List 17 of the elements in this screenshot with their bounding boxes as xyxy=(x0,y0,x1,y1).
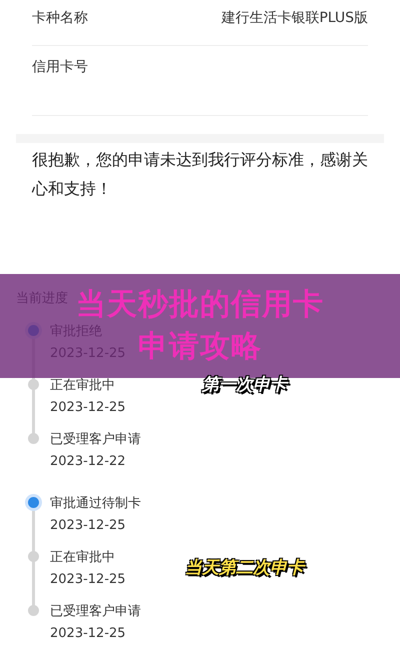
field-label: 卡种名称 xyxy=(32,8,88,26)
step-date: 2023-12-25 xyxy=(50,571,126,589)
step-date: 2023-12-22 xyxy=(50,453,126,471)
field-value: 建行生活卡银联PLUS版 xyxy=(221,8,368,26)
banner-title: 申请攻略 xyxy=(138,328,262,366)
step-title: 已受理客户申请 xyxy=(50,603,141,621)
step-title: 正在审批中 xyxy=(50,377,115,395)
step-date: 2023-12-25 xyxy=(50,399,126,417)
banner-title: 当天秒批的信用卡 xyxy=(76,286,324,324)
field-label: 信用卡号 xyxy=(32,58,88,76)
rejection-message: 很抱歉，您的申请未达到我行评分标准，感谢关心和支持！ xyxy=(32,149,368,200)
step-title: 正在审批中 xyxy=(50,549,115,567)
step-date: 2023-12-25 xyxy=(50,517,126,535)
caption: 当天第二次申卡 xyxy=(185,557,304,579)
step-title: 已受理客户申请 xyxy=(50,431,141,449)
step-date: 2023-12-25 xyxy=(50,625,126,643)
step-title: 审批通过待制卡 xyxy=(50,495,141,513)
